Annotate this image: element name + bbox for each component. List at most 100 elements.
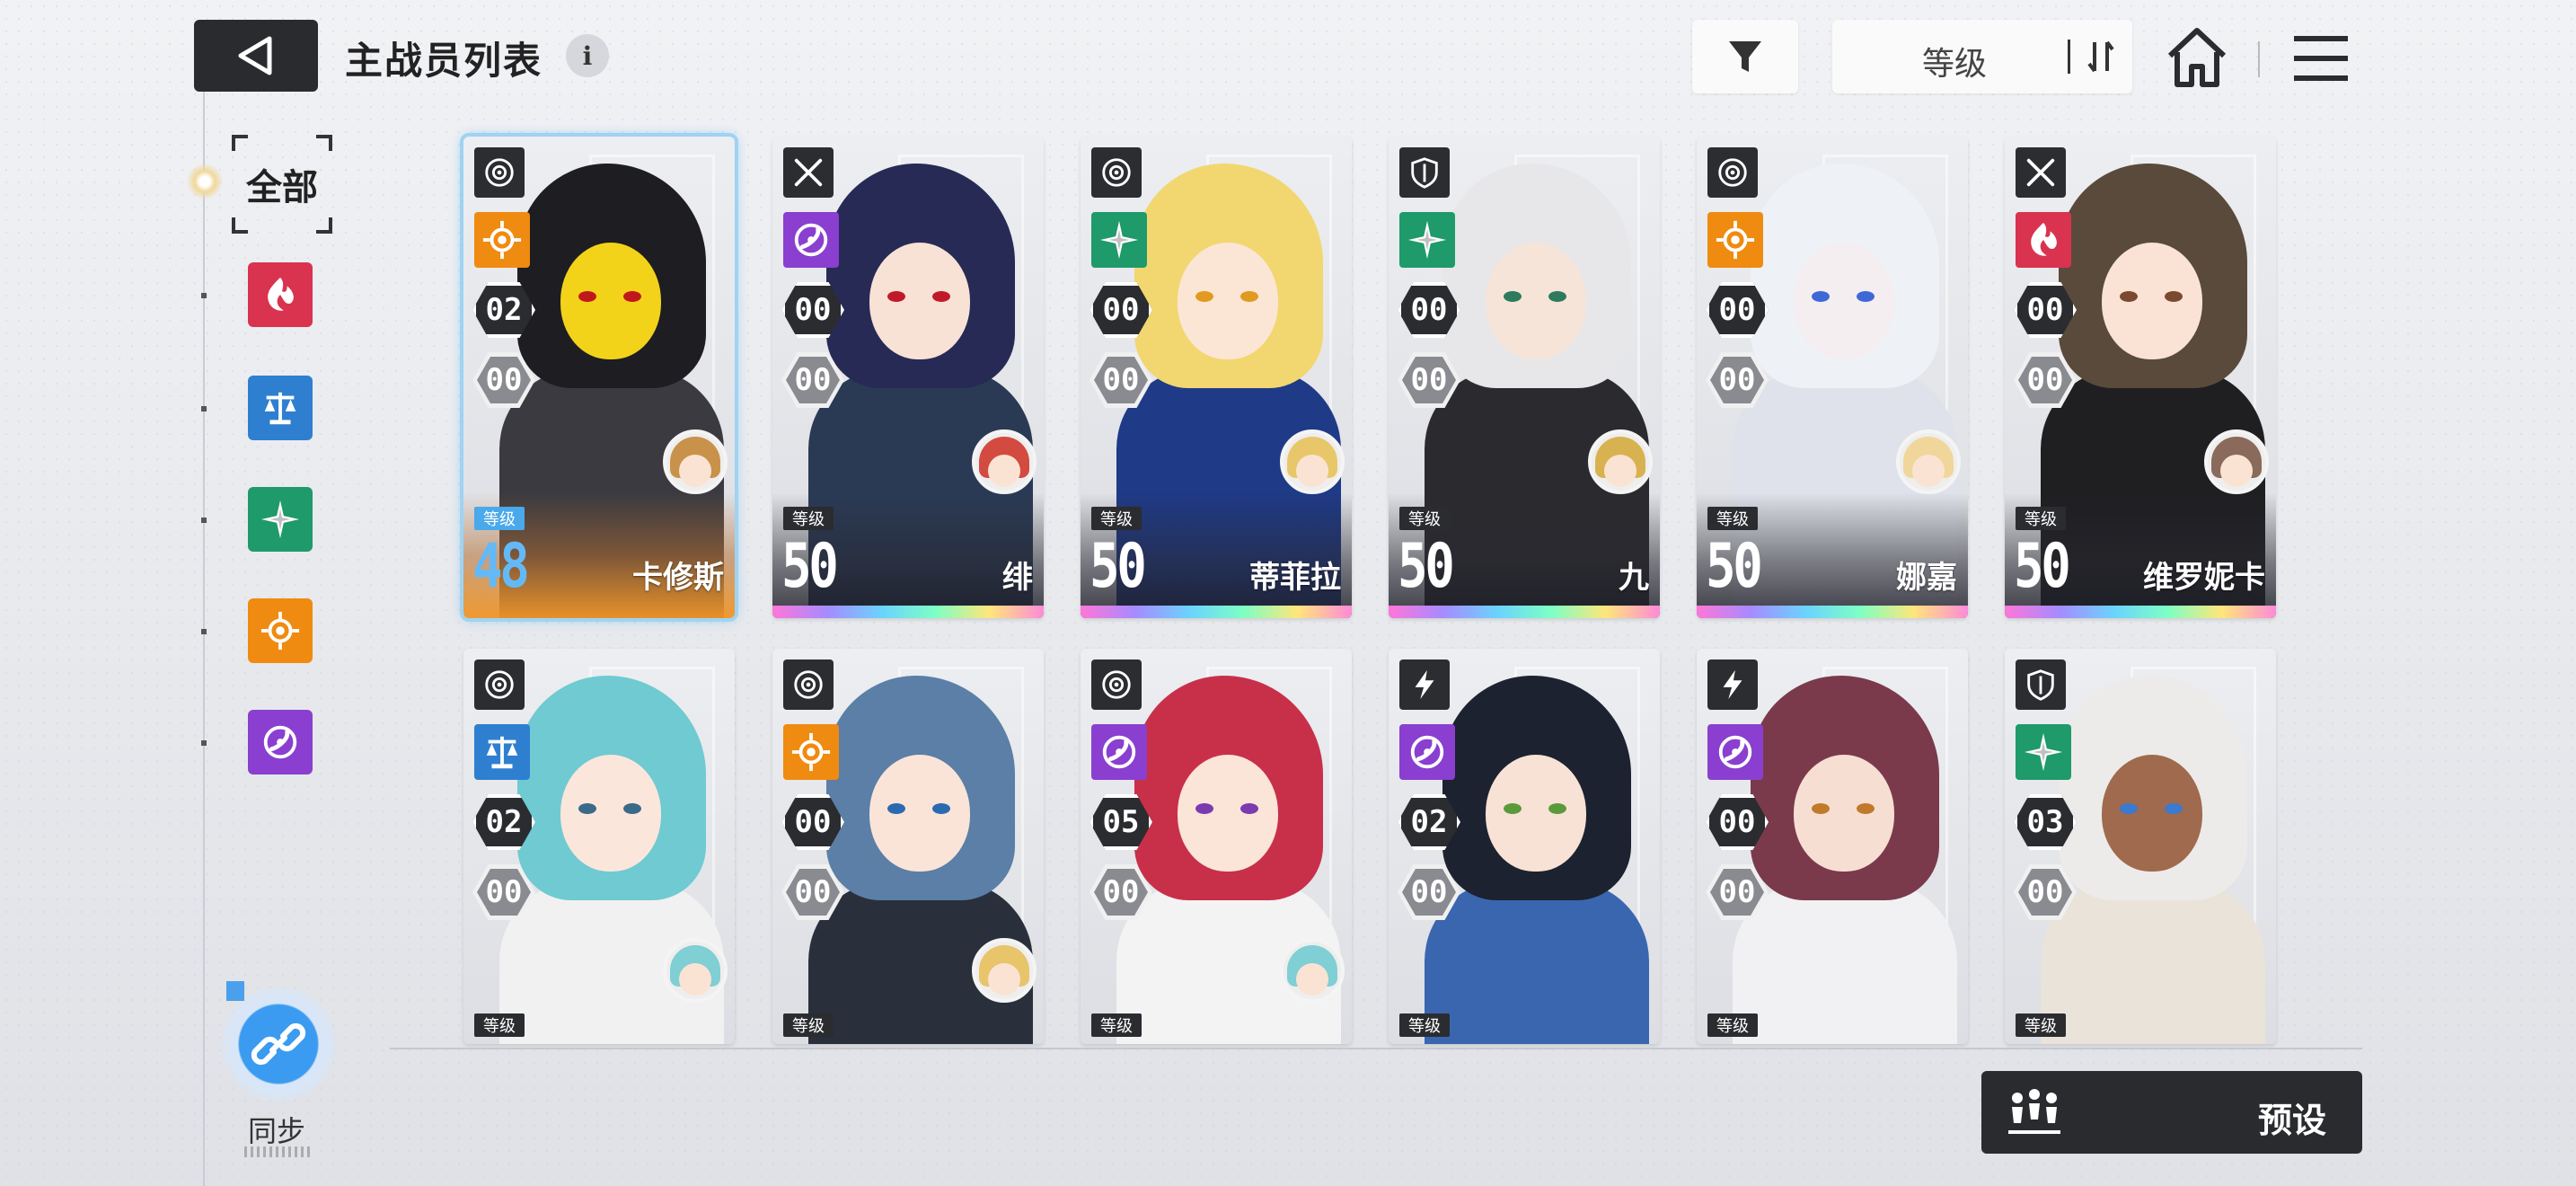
- shield-icon: [2016, 659, 2066, 710]
- vortex-icon: [1399, 724, 1455, 780]
- flame-spiral-icon: [260, 274, 301, 315]
- character-name: 卡修斯: [632, 560, 724, 596]
- vortex-icon: [260, 721, 301, 763]
- character-name: 绯: [1002, 560, 1033, 596]
- sidebar-item-all[interactable]: 全部: [232, 135, 332, 234]
- sort-order-toggle[interactable]: [2080, 36, 2123, 77]
- crossed-swords-icon: [2016, 147, 2066, 198]
- hamburger-menu-icon[interactable]: [2290, 32, 2351, 84]
- level-tag: 等级: [2016, 1013, 2066, 1037]
- back-triangle-icon: [238, 36, 272, 75]
- target-icon: [783, 659, 834, 710]
- flame-spiral-icon: [2016, 212, 2071, 268]
- rarity-bar: [2005, 606, 2276, 618]
- lightning-icon: [1399, 659, 1450, 710]
- level-number: 50: [1706, 531, 1763, 602]
- sidebar-tick: [201, 629, 207, 634]
- rarity-bar: [1389, 606, 1660, 618]
- character-name: 蒂菲拉: [1249, 560, 1341, 596]
- sun-crosshair-icon: [474, 212, 530, 268]
- target-icon: [1091, 147, 1142, 198]
- support-avatar: [972, 429, 1037, 494]
- rarity-bar: [1697, 606, 1968, 618]
- home-icon[interactable]: [2165, 25, 2229, 90]
- level-tag: 等级: [783, 507, 834, 530]
- sidebar-item-void[interactable]: [248, 710, 313, 774]
- character-name: 九: [1619, 560, 1649, 596]
- sync-button[interactable]: [221, 987, 336, 1102]
- character-card[interactable]: 00 00 等级 50 维罗妮卡: [2005, 137, 2276, 618]
- character-card[interactable]: 02 00 等级: [1389, 649, 1660, 1044]
- sidebar-item-burst[interactable]: [248, 262, 313, 327]
- sidebar-item-sun[interactable]: [248, 598, 313, 663]
- support-avatar: [972, 938, 1037, 1003]
- character-card[interactable]: 00 00 等级 50 娜嘉: [1697, 137, 1968, 618]
- sidebar-tick: [201, 518, 207, 523]
- character-name: 维罗妮卡: [2143, 560, 2265, 596]
- character-card[interactable]: 05 00 等级: [1081, 649, 1352, 1044]
- sort-label: 等级: [1922, 46, 1988, 83]
- back-button[interactable]: [194, 20, 318, 92]
- level-tag: 等级: [1091, 1013, 1142, 1037]
- sun-crosshair-icon: [1707, 212, 1763, 268]
- grid-bottom-divider: [390, 1048, 2362, 1049]
- sync-label: 同步: [248, 1114, 306, 1148]
- sidebar-item-wind[interactable]: [248, 487, 313, 552]
- sun-crosshair-icon: [783, 724, 839, 780]
- rarity-bar: [772, 606, 1044, 618]
- character-card[interactable]: 00 00 等级 50 蒂菲拉: [1081, 137, 1352, 618]
- sun-crosshair-icon: [260, 610, 301, 651]
- target-icon: [474, 659, 525, 710]
- character-card[interactable]: 02 00 等级 48 卡修斯: [460, 133, 738, 622]
- sidebar-selected-marker: [187, 164, 223, 199]
- scales-icon: [260, 387, 301, 429]
- sidebar-item-balance[interactable]: [248, 376, 313, 440]
- lightning-icon: [1707, 659, 1758, 710]
- level-tag: 等级: [474, 1013, 525, 1037]
- target-icon: [474, 147, 525, 198]
- page-title: 主战员列表: [345, 39, 543, 83]
- compass-star-icon: [1399, 212, 1455, 268]
- info-icon[interactable]: i: [566, 34, 609, 77]
- team-formation-icon: [2008, 1089, 2060, 1134]
- character-card[interactable]: 03 00 等级: [2005, 649, 2276, 1044]
- level-number: 50: [1090, 531, 1147, 602]
- scales-icon: [474, 724, 530, 780]
- level-tag: 等级: [1707, 1013, 1758, 1037]
- character-card[interactable]: 00 00 等级: [772, 649, 1044, 1044]
- level-tag: 等级: [1091, 507, 1142, 530]
- link-chain-icon: [251, 1022, 306, 1066]
- level-tag: 等级: [1707, 507, 1758, 530]
- compass-star-icon: [1091, 212, 1147, 268]
- level-tag: 等级: [1399, 507, 1450, 530]
- vortex-icon: [1707, 724, 1763, 780]
- preset-button[interactable]: 预设: [1981, 1071, 2362, 1154]
- target-icon: [1091, 659, 1142, 710]
- level-number: 50: [1398, 531, 1455, 602]
- character-card[interactable]: 00 00 等级: [1697, 649, 1968, 1044]
- character-card[interactable]: 00 00 等级 50 绯: [772, 137, 1044, 618]
- level-number: 50: [2014, 531, 2071, 602]
- character-card[interactable]: 00 00 等级 50 九: [1389, 137, 1660, 618]
- sidebar-item-all-label: 全部: [246, 167, 318, 208]
- target-icon: [1707, 147, 1758, 198]
- compass-star-icon: [2016, 724, 2071, 780]
- support-avatar: [2204, 429, 2269, 494]
- support-avatar: [1588, 429, 1653, 494]
- character-card[interactable]: 02 00 等级: [463, 649, 735, 1044]
- preset-label: 预设: [2258, 1101, 2327, 1140]
- sort-arrows-icon: [2087, 40, 2114, 73]
- sync-barcode: [244, 1146, 313, 1157]
- level-tag: 等级: [1399, 1013, 1450, 1037]
- rarity-bar: [1081, 606, 1352, 618]
- character-name: 娜嘉: [1896, 560, 1957, 596]
- funnel-icon: [1729, 41, 1761, 72]
- compass-star-icon: [260, 499, 301, 540]
- flag-icon: [226, 981, 244, 1001]
- sort-dropdown[interactable]: 等级: [1832, 20, 2132, 93]
- crossed-swords-icon: [783, 147, 834, 198]
- support-avatar: [1280, 429, 1345, 494]
- level-number: 48: [472, 531, 530, 602]
- filter-button[interactable]: [1692, 20, 1798, 93]
- support-avatar: [663, 938, 728, 1003]
